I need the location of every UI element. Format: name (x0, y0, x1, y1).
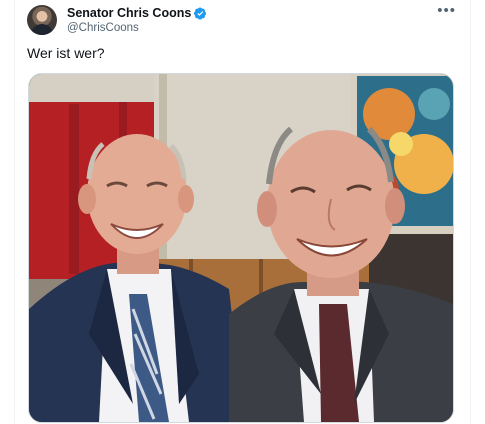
author-name-row: Senator Chris Coons (67, 6, 207, 21)
selfie-image (29, 74, 453, 422)
more-options-icon[interactable]: ••• (437, 2, 456, 20)
post-photo[interactable] (28, 73, 454, 423)
post-text: Wer ist wer? (27, 45, 105, 61)
tweet-card: Senator Chris Coons @ChrisCoons ••• Wer … (14, 0, 471, 424)
verified-badge-icon (194, 7, 207, 20)
author-display-name[interactable]: Senator Chris Coons (67, 6, 191, 21)
avatar[interactable] (27, 5, 57, 35)
author-handle[interactable]: @ChrisCoons (67, 21, 139, 35)
